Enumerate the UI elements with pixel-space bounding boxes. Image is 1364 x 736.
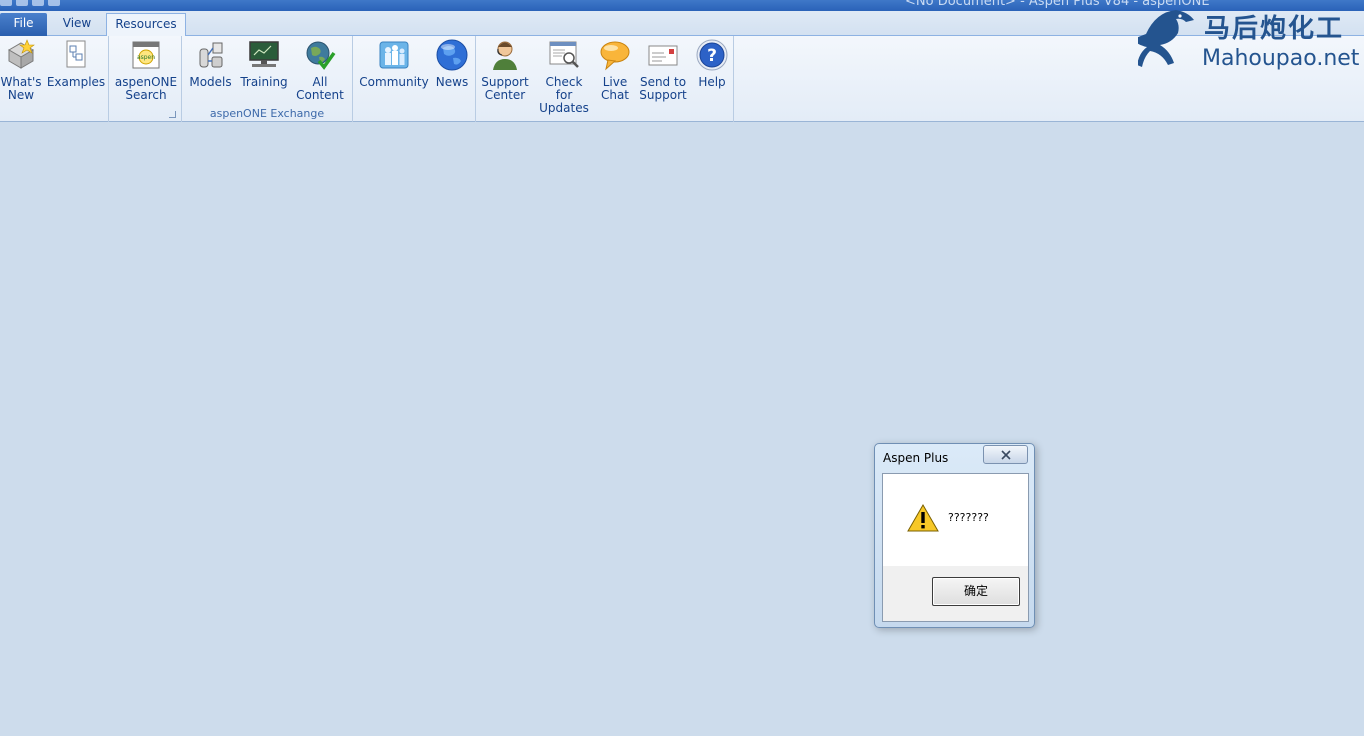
qat-run-icon[interactable] bbox=[48, 0, 60, 6]
news-label: News bbox=[435, 75, 469, 89]
all-content-icon bbox=[303, 38, 337, 72]
training-label: Training bbox=[240, 75, 288, 89]
community-icon bbox=[377, 38, 411, 72]
whats-new-label: What's New bbox=[0, 75, 42, 102]
check-for-updates-icon bbox=[547, 38, 581, 72]
news-button[interactable]: News bbox=[433, 38, 471, 89]
support-center-button[interactable]: Support Center bbox=[481, 38, 529, 102]
warning-icon bbox=[907, 504, 939, 532]
group-caption-aspenone-exchange: aspenONE Exchange bbox=[209, 107, 325, 120]
help-button[interactable]: ? Help bbox=[694, 38, 730, 89]
tab-view[interactable]: View bbox=[52, 13, 102, 36]
whats-new-button[interactable]: What's New bbox=[0, 38, 42, 102]
watermark: 马后炮化工 Mahoupao.net bbox=[1138, 4, 1364, 80]
dialog-body: ??????? 确定 bbox=[882, 473, 1029, 622]
quick-access-toolbar[interactable] bbox=[0, 0, 60, 8]
dialog-message-area: ??????? bbox=[883, 474, 1028, 566]
qat-save-icon[interactable] bbox=[0, 0, 12, 6]
help-label: Help bbox=[698, 75, 726, 89]
dialog-title: Aspen Plus bbox=[883, 451, 949, 465]
all-content-label: All Content bbox=[296, 75, 344, 102]
examples-button[interactable]: Examples bbox=[46, 38, 106, 89]
dialog-close-button[interactable] bbox=[983, 445, 1028, 464]
models-button[interactable]: Models bbox=[188, 38, 233, 89]
send-to-support-button[interactable]: Send to Support bbox=[638, 38, 688, 102]
models-label: Models bbox=[189, 75, 232, 89]
models-icon bbox=[194, 38, 228, 72]
send-to-support-label: Send to Support bbox=[639, 75, 687, 102]
whats-new-icon bbox=[4, 38, 38, 72]
message-dialog: Aspen Plus ??????? 确定 bbox=[874, 443, 1035, 628]
workspace bbox=[0, 122, 1364, 736]
live-chat-button[interactable]: Live Chat bbox=[597, 38, 633, 102]
send-to-support-icon bbox=[646, 38, 680, 72]
group-search: aspen aspenONE Search bbox=[109, 36, 182, 122]
group-community: Community News bbox=[353, 36, 476, 122]
tab-resources[interactable]: Resources bbox=[106, 13, 186, 37]
help-icon: ? bbox=[695, 38, 729, 72]
training-icon bbox=[247, 38, 281, 72]
ok-button[interactable]: 确定 bbox=[932, 577, 1020, 606]
group-support: Support Center Check for Updates Live Ch… bbox=[476, 36, 734, 122]
live-chat-icon bbox=[598, 38, 632, 72]
qat-redo-icon[interactable] bbox=[32, 0, 44, 6]
examples-icon bbox=[59, 38, 93, 72]
all-content-button[interactable]: All Content bbox=[294, 38, 346, 102]
horse-logo-icon bbox=[1138, 10, 1194, 67]
check-for-updates-label: Check for Updates bbox=[539, 75, 589, 115]
live-chat-label: Live Chat bbox=[600, 75, 630, 102]
svg-text:?: ? bbox=[707, 46, 717, 66]
community-label: Community bbox=[359, 75, 429, 89]
svg-text:aspen: aspen bbox=[137, 54, 155, 61]
qat-undo-icon[interactable] bbox=[16, 0, 28, 6]
check-for-updates-button[interactable]: Check for Updates bbox=[536, 38, 592, 115]
group-getting-started: What's New Examples bbox=[0, 36, 109, 122]
watermark-site: Mahoupao.net bbox=[1202, 46, 1360, 71]
aspenone-search-icon: aspen bbox=[129, 38, 163, 72]
support-center-label: Support Center bbox=[481, 75, 529, 102]
support-center-icon bbox=[488, 38, 522, 72]
community-button[interactable]: Community bbox=[359, 38, 429, 89]
tab-file[interactable]: File bbox=[0, 13, 47, 36]
dialog-launcher-icon[interactable] bbox=[169, 111, 176, 118]
aspenone-search-button[interactable]: aspen aspenONE Search bbox=[114, 38, 178, 102]
close-icon bbox=[1000, 449, 1011, 460]
watermark-chinese: 马后炮化工 bbox=[1204, 14, 1345, 44]
examples-label: Examples bbox=[46, 75, 106, 89]
aspenone-search-label: aspenONE Search bbox=[114, 75, 178, 102]
group-aspenone-exchange: Models Training All Content aspenONE Exc… bbox=[182, 36, 353, 122]
news-icon bbox=[435, 38, 469, 72]
training-button[interactable]: Training bbox=[240, 38, 288, 89]
dialog-message: ??????? bbox=[948, 511, 989, 524]
